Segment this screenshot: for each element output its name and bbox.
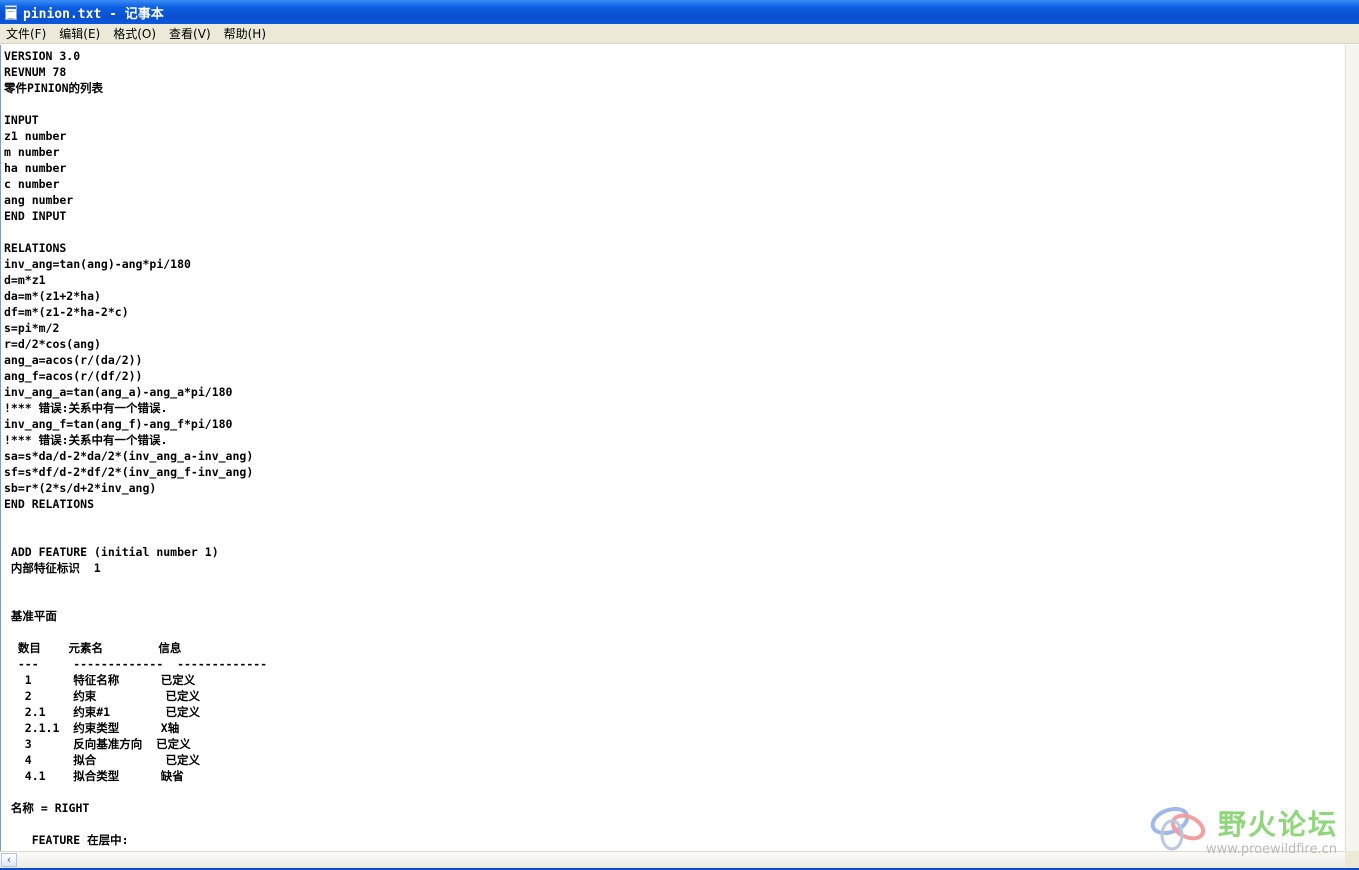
- text-line[interactable]: 数目 元素名 信息: [4, 641, 182, 655]
- menu-edit[interactable]: 编辑(E): [53, 24, 107, 44]
- text-line[interactable]: INPUT: [4, 113, 39, 127]
- text-line[interactable]: ha number: [4, 161, 66, 175]
- menu-help[interactable]: 帮助(H): [218, 24, 273, 44]
- text-line[interactable]: !*** 错误:关系中有一个错误.: [4, 401, 167, 415]
- menu-file[interactable]: 文件(F): [0, 24, 53, 44]
- text-line[interactable]: ang_f=acos(r/(df/2)): [4, 369, 142, 383]
- text-line[interactable]: END RELATIONS: [4, 497, 94, 511]
- text-line[interactable]: FEATURE 在层中:: [4, 833, 129, 847]
- window-title: pinion.txt - 记事本: [23, 6, 164, 22]
- menu-view[interactable]: 查看(V): [163, 24, 218, 44]
- text-line[interactable]: r=d/2*cos(ang): [4, 337, 101, 351]
- text-line[interactable]: sb=r*(2*s/d+2*inv_ang): [4, 481, 156, 495]
- text-line[interactable]: sa=s*da/d-2*da/2*(inv_ang_a-inv_ang): [4, 449, 253, 463]
- text-line[interactable]: ang number: [4, 193, 73, 207]
- horizontal-scrollbar[interactable]: ‹: [0, 851, 1345, 868]
- text-line[interactable]: 内部特征标识 1: [4, 561, 101, 575]
- menu-bar: 文件(F) 编辑(E) 格式(O) 查看(V) 帮助(H): [0, 24, 1359, 44]
- text-line[interactable]: 4.1 拟合类型 缺省: [4, 769, 184, 783]
- text-line[interactable]: 基准平面: [4, 609, 57, 623]
- scrollbar-corner: [1345, 851, 1359, 868]
- text-line[interactable]: RELATIONS: [4, 241, 66, 255]
- title-bar[interactable]: pinion.txt - 记事本: [0, 0, 1359, 24]
- text-line[interactable]: VERSION 3.0: [4, 49, 80, 63]
- text-line[interactable]: d=m*z1: [4, 273, 46, 287]
- notepad-icon[interactable]: [5, 4, 17, 20]
- text-line[interactable]: 零件PINION的列表: [4, 81, 103, 95]
- text-line[interactable]: 1 特征名称 已定义: [4, 673, 196, 687]
- text-line[interactable]: z1 number: [4, 129, 66, 143]
- vertical-scrollbar[interactable]: [1345, 45, 1359, 851]
- text-line[interactable]: sf=s*df/d-2*df/2*(inv_ang_f-inv_ang): [4, 465, 253, 479]
- editor-text[interactable]: VERSION 3.0 REVNUM 78 零件PINION的列表 INPUT …: [1, 45, 1345, 848]
- text-editor[interactable]: VERSION 3.0 REVNUM 78 零件PINION的列表 INPUT …: [0, 45, 1345, 851]
- text-line[interactable]: 2.1.1 约束类型 X轴: [4, 721, 179, 735]
- text-line[interactable]: ADD FEATURE (initial number 1): [4, 545, 219, 559]
- text-line[interactable]: REVNUM 78: [4, 65, 66, 79]
- text-line[interactable]: END INPUT: [4, 209, 66, 223]
- menu-format[interactable]: 格式(O): [107, 24, 163, 44]
- text-line[interactable]: 2 约束 已定义: [4, 689, 200, 703]
- text-line[interactable]: da=m*(z1+2*ha): [4, 289, 101, 303]
- text-line[interactable]: 3 反向基准方向 已定义: [4, 737, 191, 751]
- text-line[interactable]: 4 拟合 已定义: [4, 753, 200, 767]
- text-line[interactable]: 名称 = RIGHT: [4, 801, 89, 815]
- text-line[interactable]: 2.1 约束#1 已定义: [4, 705, 200, 719]
- text-line[interactable]: !*** 错误:关系中有一个错误.: [4, 433, 167, 447]
- text-line[interactable]: df=m*(z1-2*ha-2*c): [4, 305, 129, 319]
- scroll-left-arrow-icon[interactable]: ‹: [1, 853, 17, 867]
- text-line[interactable]: inv_ang_a=tan(ang_a)-ang_a*pi/180: [4, 385, 232, 399]
- text-line[interactable]: --- ------------- -------------: [4, 657, 267, 671]
- text-line[interactable]: inv_ang=tan(ang)-ang*pi/180: [4, 257, 191, 271]
- text-line[interactable]: m number: [4, 145, 59, 159]
- text-line[interactable]: s=pi*m/2: [4, 321, 59, 335]
- text-line[interactable]: ang_a=acos(r/(da/2)): [4, 353, 142, 367]
- text-line[interactable]: c number: [4, 177, 59, 191]
- text-line[interactable]: inv_ang_f=tan(ang_f)-ang_f*pi/180: [4, 417, 232, 431]
